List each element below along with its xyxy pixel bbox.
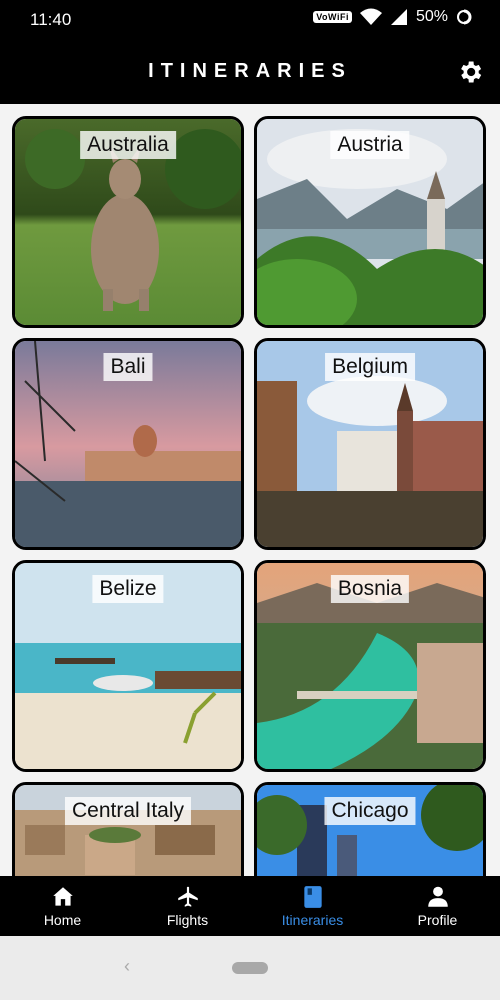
- bottom-nav: Home Flights Itineraries Profile: [0, 876, 500, 936]
- destination-label: Bali: [103, 353, 153, 381]
- status-time: 11:40: [30, 10, 72, 29]
- nav-item-flights[interactable]: Flights: [125, 876, 250, 936]
- destination-label: Belgium: [325, 353, 415, 381]
- airplane-icon: [177, 886, 198, 907]
- nav-item-profile[interactable]: Profile: [375, 876, 500, 936]
- nav-item-home[interactable]: Home: [0, 876, 125, 936]
- destination-label: Chicago: [324, 797, 416, 825]
- network-badge: VoWiFi: [313, 11, 352, 23]
- nav-item-itineraries[interactable]: Itineraries: [250, 876, 375, 936]
- back-icon[interactable]: ‹: [124, 956, 130, 977]
- battery-icon: [457, 9, 472, 25]
- nav-label-itineraries: Itineraries: [281, 912, 344, 928]
- destination-label: Belize: [92, 575, 164, 603]
- book-icon: [303, 886, 322, 908]
- status-bar: 11:40 VoWiFi 50%: [0, 0, 500, 40]
- wifi-icon: [359, 8, 382, 25]
- destination-card-bosnia[interactable]: Bosnia: [254, 560, 486, 772]
- destination-card-bali[interactable]: Bali: [12, 338, 244, 550]
- home-icon: [52, 887, 73, 906]
- destination-card-central-italy[interactable]: Central Italy: [12, 782, 244, 876]
- destination-card-belgium[interactable]: Belgium: [254, 338, 486, 550]
- destination-card-australia[interactable]: Australia: [12, 116, 244, 328]
- gear-icon[interactable]: [456, 58, 484, 86]
- signal-icon: [390, 9, 407, 25]
- home-pill[interactable]: [232, 962, 268, 974]
- person-icon: [427, 886, 448, 907]
- destination-label: Central Italy: [64, 797, 192, 825]
- system-nav-bar: ‹: [0, 936, 500, 1000]
- nav-label-home: Home: [43, 912, 82, 928]
- destination-card-austria[interactable]: Austria: [254, 116, 486, 328]
- destination-label: Austria: [330, 131, 410, 159]
- destination-label: Australia: [80, 131, 176, 159]
- nav-label-profile: Profile: [417, 912, 458, 928]
- battery-text: 50%: [415, 8, 448, 25]
- nav-label-flights: Flights: [166, 912, 209, 928]
- destination-label: Bosnia: [330, 575, 410, 603]
- page-title: ITINERARIES: [148, 60, 352, 82]
- app-bar: ITINERARIES: [0, 40, 500, 104]
- destination-grid: Australia Austria Bali Belgium Belize Bo…: [0, 104, 500, 876]
- destination-card-belize[interactable]: Belize: [12, 560, 244, 772]
- destination-card-chicago[interactable]: Chicago: [254, 782, 486, 876]
